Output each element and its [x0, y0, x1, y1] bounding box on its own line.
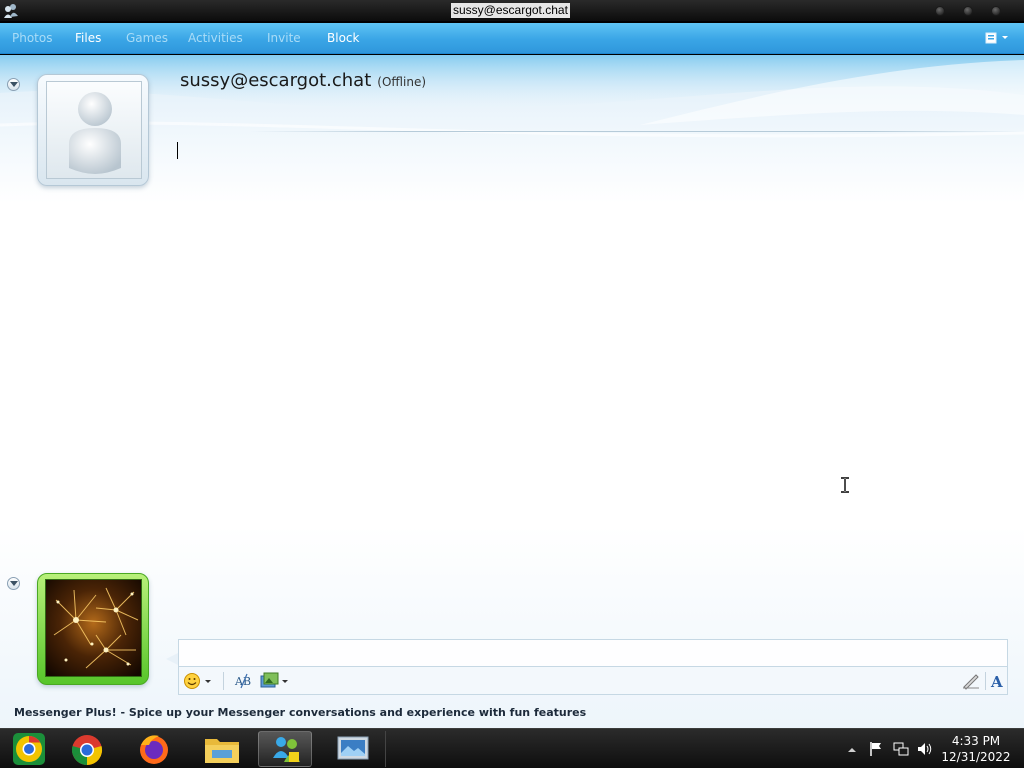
- my-display-picture[interactable]: [37, 573, 149, 685]
- toolbar-invite[interactable]: Invite: [267, 30, 301, 46]
- contact-status: (Offline): [377, 75, 427, 89]
- contact-avatar[interactable]: [37, 74, 149, 186]
- taskbar-separator: [385, 731, 386, 767]
- taskbar: 4:33 PM 12/31/2022: [0, 728, 1024, 768]
- network-icon[interactable]: [893, 741, 909, 757]
- handwriting-icon[interactable]: [961, 672, 981, 690]
- collapse-contact-picture-button[interactable]: [7, 78, 20, 91]
- toolbar-block[interactable]: Block: [327, 30, 359, 46]
- clock-date: 12/31/2022: [941, 750, 1011, 764]
- volume-icon[interactable]: [917, 741, 933, 757]
- header-divider: [250, 131, 1024, 132]
- svg-text:A: A: [990, 673, 1003, 690]
- clock-time: 4:33 PM: [951, 734, 1001, 748]
- action-center-flag-icon[interactable]: [868, 741, 884, 757]
- chrome-icon[interactable]: [60, 731, 114, 767]
- toolbar-files[interactable]: Files: [75, 30, 101, 46]
- compose-toolbar: A B A: [178, 667, 1008, 695]
- compose-separator: [223, 672, 224, 690]
- file-explorer-icon[interactable]: [195, 731, 249, 767]
- chrome-beta-icon[interactable]: [2, 731, 56, 767]
- header-swoosh-decoration: [0, 55, 1024, 138]
- toolbar-activities[interactable]: Activities: [188, 30, 243, 46]
- minimize-button[interactable]: [935, 6, 945, 16]
- backgrounds-icon[interactable]: [260, 672, 290, 690]
- spellcheck-icon[interactable]: A B: [234, 672, 254, 690]
- remote-desktop-icon[interactable]: [326, 731, 380, 767]
- ibeam-cursor-icon: [841, 477, 849, 493]
- messenger-plus-banner[interactable]: Messenger Plus! - Spice up your Messenge…: [14, 706, 586, 719]
- title-bar[interactable]: sussy@escargot.chat: [0, 0, 1024, 22]
- messenger-icon[interactable]: [258, 731, 312, 767]
- maximize-button[interactable]: [963, 6, 973, 16]
- compose-separator: [985, 672, 986, 690]
- history-caret: [177, 142, 178, 159]
- toolbar-photos[interactable]: Photos: [12, 30, 52, 46]
- conversation-area: sussy@escargot.chat (Offline) A B A Mess…: [0, 55, 1024, 728]
- show-menu-icon[interactable]: [984, 30, 1014, 46]
- system-clock[interactable]: 4:33 PM 12/31/2022: [938, 733, 1014, 765]
- toolbar-games[interactable]: Games: [126, 30, 168, 46]
- emoticon-icon[interactable]: [183, 672, 213, 690]
- contact-header: sussy@escargot.chat (Offline): [180, 70, 426, 91]
- conversation-toolbar: Photos Files Games Activities Invite Blo…: [0, 23, 1024, 54]
- fireworks-display-picture: [45, 579, 142, 677]
- contact-name: sussy@escargot.chat: [180, 70, 372, 91]
- messenger-app-icon[interactable]: [3, 3, 19, 19]
- close-button[interactable]: [991, 6, 1001, 16]
- compose-pointer: [166, 653, 178, 665]
- font-icon[interactable]: A: [989, 672, 1007, 690]
- message-input[interactable]: [178, 639, 1008, 667]
- firefox-icon[interactable]: [127, 731, 181, 767]
- default-user-avatar-icon: [46, 81, 142, 179]
- collapse-my-picture-button[interactable]: [7, 577, 20, 590]
- show-hidden-icons[interactable]: [847, 745, 857, 755]
- window-title: sussy@escargot.chat: [451, 3, 570, 18]
